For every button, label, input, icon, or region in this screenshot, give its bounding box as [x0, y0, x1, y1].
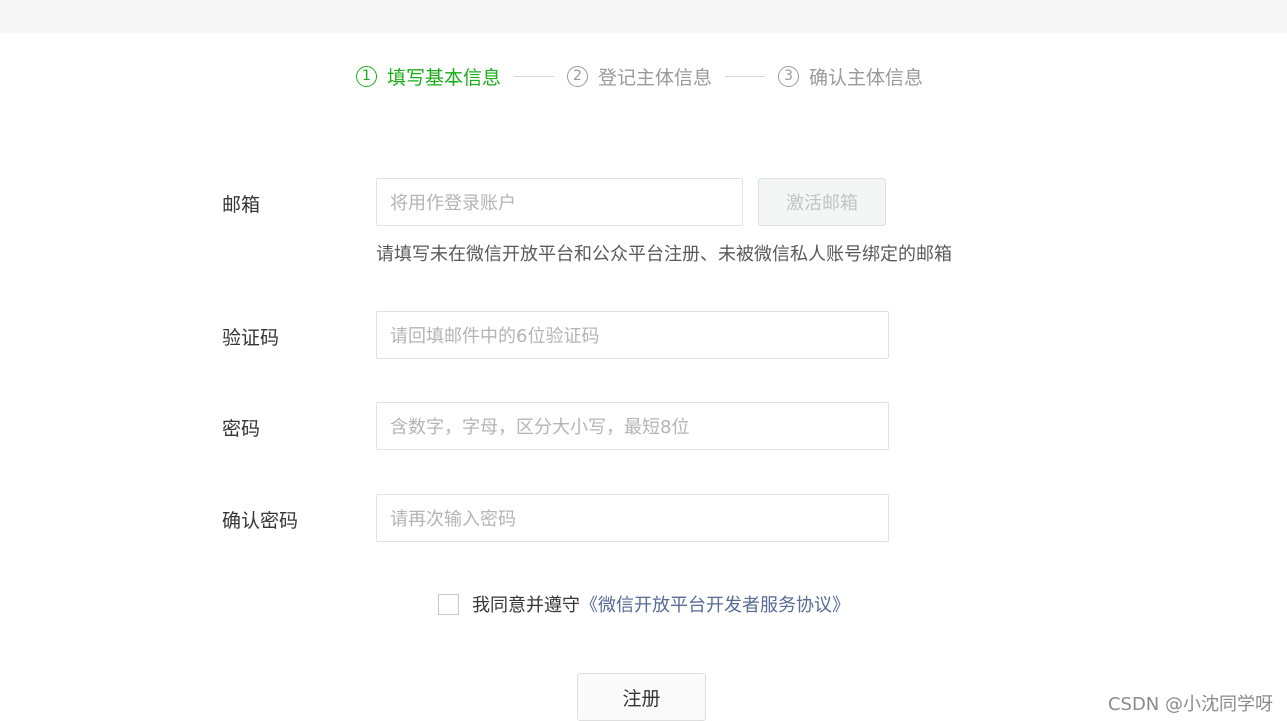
register-button[interactable]: 注册: [577, 673, 706, 721]
agreement-row: 我同意并遵守 《微信开放平台开发者服务协议》: [438, 591, 850, 617]
activate-email-button[interactable]: 激活邮箱: [758, 178, 886, 226]
step-3-label: 确认主体信息: [809, 66, 924, 89]
email-placeholder: 将用作登录账户: [390, 193, 516, 214]
password-placeholder: 含数字，字母，区分大小写，最短8位: [390, 417, 690, 438]
step-2: 2 登记主体信息: [567, 63, 712, 90]
step-divider: [514, 75, 555, 77]
watermark: CSDN @小沈同学呀: [1107, 694, 1273, 715]
code-placeholder: 请回填邮件中的6位验证码: [390, 326, 600, 347]
confirm-placeholder: 请再次输入密码: [390, 509, 516, 530]
step-2-label: 登记主体信息: [598, 66, 713, 89]
password-label: 密码: [222, 418, 261, 440]
step-2-number: 2: [567, 65, 589, 87]
step-1: 1 填写基本信息: [356, 63, 501, 90]
step-3-number: 3: [778, 65, 800, 87]
top-bar: [0, 0, 1287, 33]
confirm-password-label: 确认密码: [222, 510, 299, 532]
code-label: 验证码: [222, 327, 280, 349]
email-label: 邮箱: [222, 194, 261, 216]
confirm-password-input[interactable]: 请再次输入密码: [376, 494, 889, 542]
step-divider: [725, 75, 766, 77]
step-1-label: 填写基本信息: [387, 66, 502, 89]
step-progress: 1 填写基本信息 2 登记主体信息 3 确认主体信息: [356, 62, 923, 90]
agreement-text: 我同意并遵守: [472, 595, 580, 616]
agreement-checkbox[interactable]: [438, 593, 459, 615]
email-input[interactable]: 将用作登录账户: [376, 178, 743, 226]
verification-code-input[interactable]: 请回填邮件中的6位验证码: [376, 311, 889, 359]
password-input[interactable]: 含数字，字母，区分大小写，最短8位: [376, 402, 889, 450]
step-1-number: 1: [356, 65, 377, 87]
email-hint: 请填写未在微信开放平台和公众平台注册、未被微信私人账号绑定的邮箱: [376, 244, 952, 265]
agreement-link[interactable]: 《微信开放平台开发者服务协议》: [580, 591, 850, 617]
step-3: 3 确认主体信息: [778, 63, 923, 90]
